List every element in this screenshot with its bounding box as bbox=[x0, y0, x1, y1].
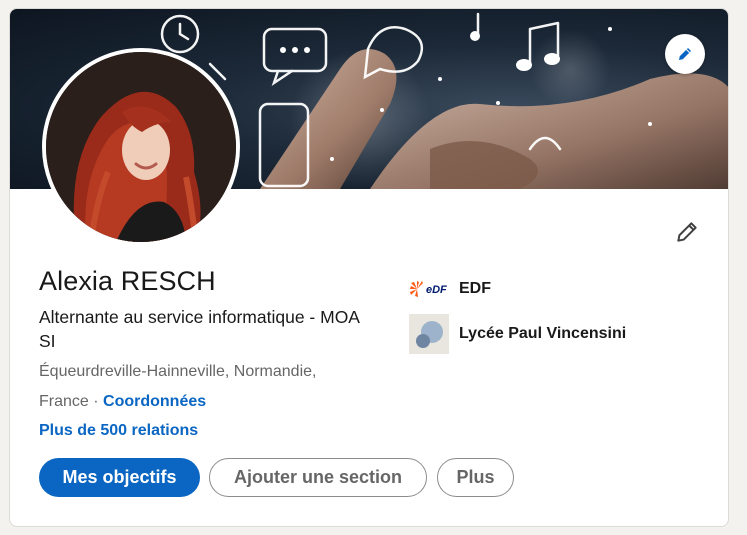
school-logo bbox=[409, 314, 449, 354]
contact-info-link[interactable]: Coordonnées bbox=[103, 393, 206, 410]
profile-headline: Alternante au service informatique - MOA… bbox=[39, 307, 360, 351]
edf-logo: eDF bbox=[409, 269, 449, 309]
edit-profile-button[interactable] bbox=[667, 212, 707, 252]
open-to-button[interactable]: Mes objectifs bbox=[39, 458, 200, 497]
current-company[interactable]: eDF EDF bbox=[409, 269, 491, 309]
profile-card: Alexia RESCH Alternante au service infor… bbox=[9, 8, 729, 527]
profile-name: Alexia RESCH bbox=[39, 266, 216, 296]
pencil-icon bbox=[679, 48, 691, 60]
pencil-icon bbox=[677, 222, 697, 242]
profile-photo bbox=[46, 52, 236, 242]
location-separator: · bbox=[88, 393, 104, 410]
avatar[interactable] bbox=[42, 48, 240, 246]
school-logo-icon bbox=[416, 321, 443, 348]
profile-location: Équeurdreville-Hainneville, Normandie, F… bbox=[39, 357, 359, 417]
edit-banner-button[interactable] bbox=[665, 34, 705, 74]
school-name: Lycée Paul Vincensini bbox=[459, 325, 627, 342]
education-school[interactable]: Lycée Paul Vincensini bbox=[409, 314, 626, 354]
company-name: EDF bbox=[459, 280, 491, 297]
more-button[interactable]: Plus bbox=[437, 458, 514, 497]
connections-link[interactable]: Plus de 500 relations bbox=[39, 422, 198, 440]
add-section-button[interactable]: Ajouter une section bbox=[209, 458, 427, 497]
edf-logo-text: eDF bbox=[426, 284, 447, 296]
edf-logo-icon: eDF bbox=[410, 281, 447, 297]
